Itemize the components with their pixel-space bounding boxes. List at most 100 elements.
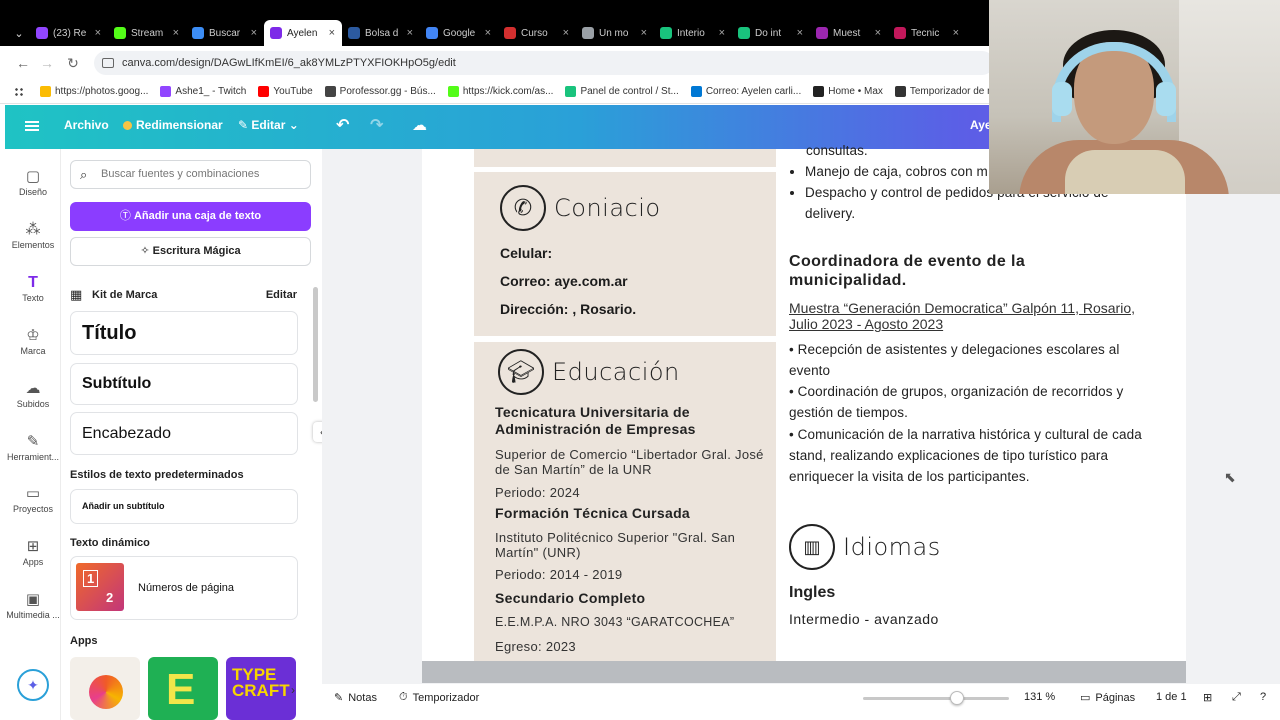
bookmark-item[interactable]: Ashe1_ - Twitch — [160, 86, 246, 97]
education-title[interactable]: Educación — [552, 358, 680, 386]
zoom-slider[interactable] — [863, 697, 1009, 700]
archivo-menu[interactable]: Archivo — [64, 118, 109, 132]
tab-close-icon[interactable]: × — [251, 27, 257, 39]
apps-grid-icon[interactable] — [14, 86, 24, 97]
zoom-level[interactable]: 131 % — [1024, 691, 1055, 703]
tab-close-icon[interactable]: × — [719, 27, 725, 39]
browser-tab[interactable]: Interio × — [654, 20, 732, 46]
fullscreen-icon[interactable]: ⤢ — [1232, 691, 1241, 704]
resize-button[interactable]: Redimensionar — [123, 118, 223, 132]
rail-item-herramient[interactable]: ✎ Herramient... — [5, 432, 61, 462]
tab-close-icon[interactable]: × — [641, 27, 647, 39]
brand-kit-edit-link[interactable]: Editar — [266, 289, 297, 301]
phone-label[interactable]: Celular: — [500, 245, 552, 261]
email-line[interactable]: Correo: aye.com.ar — [500, 273, 628, 289]
bookmark-item[interactable]: https://photos.goog... — [40, 86, 148, 97]
browser-tab[interactable]: Tecnic × — [888, 20, 966, 46]
bookmark-item[interactable]: Home • Max — [813, 86, 883, 97]
tab-close-icon[interactable]: × — [875, 27, 881, 39]
help-icon[interactable]: ? — [1260, 691, 1266, 703]
edu1-period[interactable]: Periodo: 2024 — [495, 485, 580, 500]
tab-close-icon[interactable]: × — [173, 27, 179, 39]
zoom-slider-thumb[interactable] — [950, 691, 964, 705]
browser-tab[interactable]: Ayelen × — [264, 20, 342, 46]
bookmark-item[interactable]: Correo: Ayelen carli... — [690, 86, 801, 97]
language-name[interactable]: Ingles — [789, 584, 835, 602]
apps-next-chevron-icon[interactable]: › — [291, 683, 295, 697]
language-level[interactable]: Intermedio - avanzado — [789, 611, 939, 627]
url-field[interactable]: canva.com/design/DAGwLIfKmEI/6_ak8YMLzPT… — [94, 51, 994, 75]
undo-icon[interactable]: ↶ — [336, 115, 349, 135]
tab-search-chevron-icon[interactable]: ⌄ — [8, 27, 30, 40]
job-title[interactable]: Coordinadora de evento de la municipalid… — [789, 252, 1079, 290]
rail-item-elementos[interactable]: ⁂ Elementos — [5, 220, 61, 250]
cv-page[interactable]: ✆ Coniacio Celular: Correo: aye.com.ar D… — [422, 143, 1186, 661]
bookmark-item[interactable]: Temporizador de m... — [894, 86, 1004, 97]
cloud-saved-icon[interactable]: ☁ — [412, 116, 427, 134]
reload-icon[interactable]: ↻ — [64, 54, 82, 72]
tab-close-icon[interactable]: × — [953, 27, 959, 39]
edu3-period[interactable]: Egreso: 2023 — [495, 639, 576, 654]
pages-button[interactable]: ▭ Páginas — [1080, 691, 1135, 705]
magic-write-button[interactable]: ✧ Escritura Mágica — [70, 237, 311, 266]
bookmark-item[interactable]: YouTube — [258, 86, 313, 97]
rail-item-texto[interactable]: T Texto — [5, 273, 61, 303]
address-line[interactable]: Dirección: , Rosario. — [500, 301, 636, 317]
rail-item-marca[interactable]: ♔ Marca — [5, 326, 61, 356]
tab-close-icon[interactable]: × — [329, 27, 335, 39]
browser-tab[interactable]: Stream × — [108, 20, 186, 46]
rail-item-proyectos[interactable]: ▭ Proyectos — [5, 484, 61, 514]
title-style-card[interactable]: Título — [70, 311, 298, 355]
font-search-input[interactable]: ⌕ Buscar fuentes y combinaciones — [70, 160, 311, 189]
edu3-school[interactable]: E.E.M.P.A. NRO 3043 “GARATCOCHEA” — [495, 615, 734, 630]
bookmark-item[interactable]: Panel de control / St... — [565, 86, 679, 97]
browser-tab[interactable]: (23) Re × — [30, 20, 108, 46]
notes-button[interactable]: ✎ Notas — [334, 691, 377, 705]
education-card[interactable]: 🎓︎ Educación Tecnicatura Universitaria d… — [474, 342, 776, 661]
panel-scrollbar[interactable] — [313, 287, 318, 402]
magic-assistant-icon[interactable]: ✦ — [17, 669, 49, 701]
edu2-school[interactable]: Instituto Politécnico Superior "Gral. Sa… — [495, 530, 765, 560]
languages-title[interactable]: Idiomas — [843, 533, 941, 561]
subtitle-style-card[interactable]: Subtítulo — [70, 363, 298, 405]
heading-style-card[interactable]: Encabezado — [70, 412, 298, 455]
job-event-link[interactable]: Muestra “Generación Democratica” Galpón … — [789, 300, 1159, 332]
rail-item-apps[interactable]: ⊞ Apps — [5, 537, 61, 567]
edu1-school[interactable]: Superior de Comercio “Libertador Gral. J… — [495, 447, 765, 477]
browser-tab[interactable]: Do int × — [732, 20, 810, 46]
browser-tab[interactable]: Muest × — [810, 20, 888, 46]
bookmark-item[interactable]: Porofessor.gg - Bús... — [324, 86, 436, 97]
browser-tab[interactable]: Curso × — [498, 20, 576, 46]
rail-item-multimedia[interactable]: ▣ Multimedia ... — [5, 590, 61, 620]
tab-close-icon[interactable]: × — [407, 27, 413, 39]
browser-tab[interactable]: Bolsa d × — [342, 20, 420, 46]
tab-close-icon[interactable]: × — [563, 27, 569, 39]
tab-close-icon[interactable]: × — [485, 27, 491, 39]
browser-tab[interactable]: Buscar × — [186, 20, 264, 46]
job-bullet-2[interactable]: • Coordinación de grupos, organización d… — [789, 381, 1154, 423]
grid-view-icon[interactable]: ⊞ — [1203, 691, 1212, 704]
back-arrow-icon[interactable]: ← — [14, 54, 32, 72]
tab-close-icon[interactable]: × — [95, 27, 101, 39]
site-info-icon[interactable] — [102, 58, 114, 68]
edit-mode-button[interactable]: ✎ Editar ⌄ — [238, 118, 299, 132]
forward-arrow-icon[interactable]: → — [38, 54, 56, 72]
edu2-period[interactable]: Periodo: 2014 - 2019 — [495, 567, 622, 582]
edu3-title[interactable]: Secundario Completo — [495, 590, 645, 607]
app-tile-typecraft-icon[interactable]: TYPE CRAFT — [226, 657, 296, 720]
contact-title[interactable]: Coniacio — [554, 194, 661, 222]
app-tile-e-icon[interactable]: E — [148, 657, 218, 720]
job-bullet-3[interactable]: • Comunicación de la narrativa histórica… — [789, 424, 1154, 487]
rail-item-diseo[interactable]: ▢ Diseño — [5, 167, 61, 197]
tab-close-icon[interactable]: × — [797, 27, 803, 39]
edu2-title[interactable]: Formación Técnica Cursada — [495, 505, 690, 522]
rail-item-subidos[interactable]: ☁ Subidos — [5, 379, 61, 409]
redo-icon[interactable]: ↷ — [370, 115, 383, 135]
browser-tab[interactable]: Un mo × — [576, 20, 654, 46]
app-tile-g-icon[interactable] — [70, 657, 140, 720]
add-textbox-button[interactable]: Ⓣ Añadir una caja de texto — [70, 202, 311, 231]
page-numbers-card[interactable]: 1 2 Números de página — [70, 556, 298, 620]
browser-tab[interactable]: Google × — [420, 20, 498, 46]
job-bullet-1[interactable]: • Recepción de asistentes y delegaciones… — [789, 339, 1144, 381]
add-subtitle-card[interactable]: Añadir un subtítulo — [70, 489, 298, 524]
